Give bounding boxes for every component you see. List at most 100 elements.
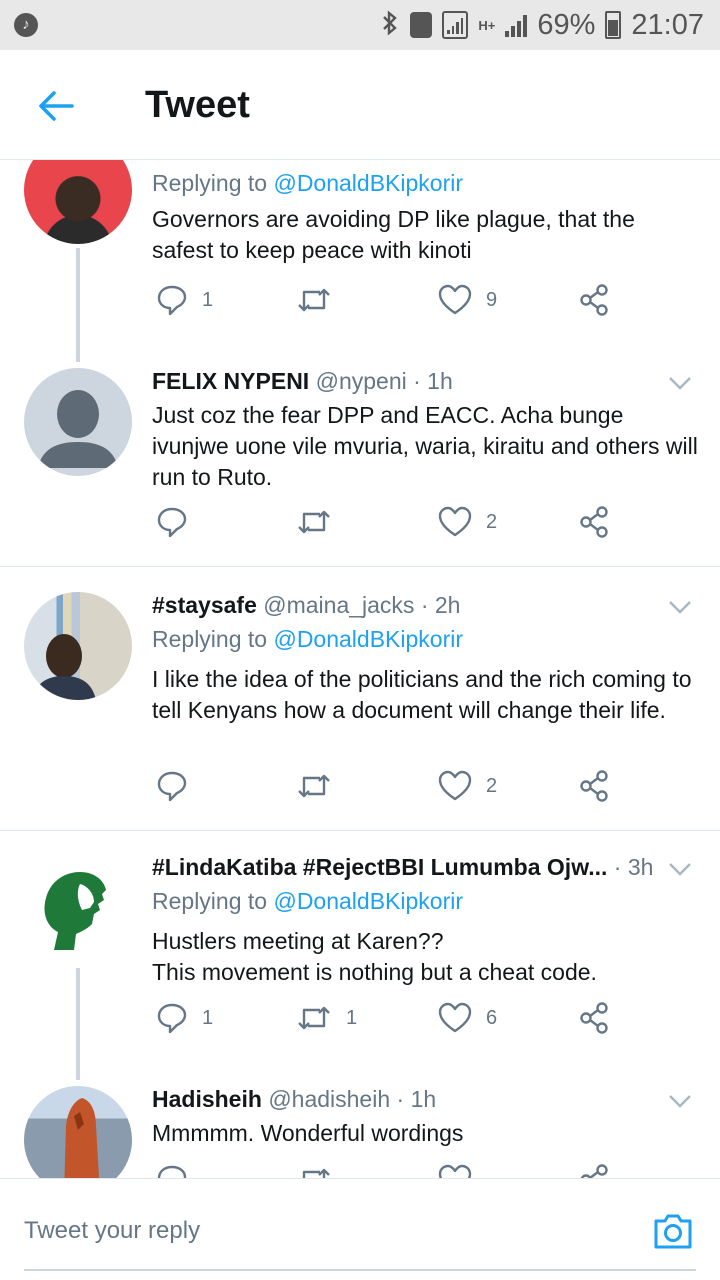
tweet-text: Mmmmm. Wonderful wordings xyxy=(152,1120,464,1146)
avatar[interactable] xyxy=(24,592,132,700)
tweet-actions: 2 xyxy=(152,770,622,810)
like-count: 9 xyxy=(486,288,498,311)
retweet-icon xyxy=(298,1006,330,1030)
user-handle[interactable]: @hadisheih xyxy=(268,1086,390,1112)
tweet-actions: 2 xyxy=(152,506,622,546)
divider xyxy=(0,830,720,831)
reply-icon xyxy=(157,285,187,316)
display-name[interactable]: #LindaKatiba #RejectBBI Lumumba Ojw... xyxy=(152,854,607,880)
tweet-text-line: This movement is nothing but a cheat cod… xyxy=(152,959,597,985)
camera-icon[interactable] xyxy=(652,1211,694,1251)
replying-to: Replying to @DonaldBKipkorir xyxy=(152,888,464,914)
reply-count: 1 xyxy=(202,288,214,311)
reply-icon xyxy=(157,771,187,802)
reply-input[interactable]: Tweet your reply xyxy=(24,1217,200,1245)
tweet-text: Hustlers meeting at Karen?? This movemen… xyxy=(152,926,702,988)
reply-count: 1 xyxy=(202,1006,214,1029)
chevron-down-icon[interactable] xyxy=(668,376,692,390)
chevron-down-icon[interactable] xyxy=(668,862,692,876)
reply-input-underline xyxy=(24,1269,696,1271)
chevron-down-icon[interactable] xyxy=(668,1094,692,1108)
share-icon xyxy=(580,1002,608,1034)
signal-icon xyxy=(505,13,528,37)
retweet-icon xyxy=(302,1168,330,1178)
like-icon xyxy=(438,1002,472,1033)
retweet-button[interactable] xyxy=(296,770,346,802)
replying-to: Replying to @DonaldBKipkorir xyxy=(152,626,464,652)
tweet-header: #staysafe @maina_jacks · 2h xyxy=(152,592,460,619)
page-title: Tweet xyxy=(145,84,250,126)
tweet-item: FELIX NYPENI @nypeni · 1h Just coz the f… xyxy=(0,368,720,566)
retweet-button[interactable]: 1 xyxy=(296,1002,357,1034)
reply-button[interactable] xyxy=(156,1164,188,1178)
like-button[interactable]: 2 xyxy=(438,770,497,802)
share-icon xyxy=(580,1164,608,1178)
reply-icon xyxy=(157,1003,187,1034)
status-icons: H+ 69% 21:07 xyxy=(380,0,704,50)
avatar[interactable] xyxy=(24,160,132,244)
retweet-button[interactable] xyxy=(296,284,346,316)
tweet-timeline[interactable]: Replying to @DonaldBKipkorir Governors a… xyxy=(0,160,720,1178)
tweet-text: I like the idea of the politicians and t… xyxy=(152,666,692,723)
reply-button[interactable]: 1 xyxy=(156,1002,213,1034)
tweet-text-line: Hustlers meeting at Karen?? xyxy=(152,928,444,954)
timestamp: · 2h xyxy=(420,592,461,618)
share-button[interactable] xyxy=(578,506,610,538)
tweet-actions xyxy=(152,1164,622,1178)
music-icon: ♪ xyxy=(14,13,38,37)
share-button[interactable] xyxy=(578,770,610,802)
clock: 21:07 xyxy=(631,8,704,41)
reply-icon xyxy=(157,1165,187,1178)
share-button[interactable] xyxy=(578,1002,610,1034)
user-handle[interactable]: @nypeni xyxy=(316,368,407,394)
reply-button[interactable]: 1 xyxy=(156,284,213,316)
like-button[interactable]: 6 xyxy=(438,1002,497,1034)
battery-percent: 69% xyxy=(537,8,596,41)
display-name[interactable]: FELIX NYPENI xyxy=(152,368,309,394)
avatar[interactable] xyxy=(24,854,132,962)
mention-link[interactable]: @DonaldBKipkorir xyxy=(273,626,463,652)
share-icon xyxy=(580,770,608,802)
like-icon xyxy=(438,770,472,801)
share-button[interactable] xyxy=(578,1164,610,1178)
tweet-header: #LindaKatiba #RejectBBI Lumumba Ojw... ·… xyxy=(152,854,653,881)
tweet-header: Hadisheih @hadisheih · 1h xyxy=(152,1086,436,1113)
display-name[interactable]: Hadisheih xyxy=(152,1086,262,1112)
timestamp: · 1h xyxy=(413,368,453,394)
battery-icon xyxy=(605,11,622,39)
like-button[interactable]: 9 xyxy=(438,284,497,316)
mention-link[interactable]: @DonaldBKipkorir xyxy=(273,170,463,196)
reply-button[interactable] xyxy=(156,506,202,538)
retweet-icon xyxy=(298,510,330,534)
like-icon xyxy=(438,284,472,315)
replying-to: Replying to @DonaldBKipkorir xyxy=(152,170,464,196)
tweet-actions: 1 1 6 xyxy=(152,1002,622,1042)
tweet-item: Hadisheih @hadisheih · 1h Mmmmm. Wonderf… xyxy=(0,1086,720,1178)
like-count: 2 xyxy=(486,774,498,797)
back-arrow-icon[interactable] xyxy=(36,86,76,126)
chevron-down-icon[interactable] xyxy=(668,600,692,614)
reply-composer: Tweet your reply xyxy=(0,1178,720,1280)
like-count: 6 xyxy=(486,1006,498,1029)
share-icon xyxy=(580,284,608,316)
like-count: 2 xyxy=(486,510,498,533)
mention-link[interactable]: @DonaldBKipkorir xyxy=(273,888,463,914)
avatar[interactable] xyxy=(24,368,132,476)
status-bar: ♪ H+ 69% 21:07 xyxy=(0,0,720,50)
retweet-button[interactable] xyxy=(296,1164,332,1178)
avatar[interactable] xyxy=(24,1086,132,1178)
bluetooth-icon xyxy=(380,10,400,40)
retweet-button[interactable] xyxy=(296,506,346,538)
like-button[interactable] xyxy=(438,1164,472,1178)
like-button[interactable]: 2 xyxy=(438,506,497,538)
share-button[interactable] xyxy=(578,284,610,316)
tweet-item: #LindaKatiba #RejectBBI Lumumba Ojw... ·… xyxy=(0,854,720,1080)
display-name[interactable]: #staysafe xyxy=(152,592,257,618)
network-type: H+ xyxy=(478,17,496,33)
reply-icon xyxy=(157,507,187,538)
user-handle[interactable]: @maina_jacks xyxy=(263,592,414,618)
like-icon xyxy=(438,1164,472,1178)
reply-button[interactable] xyxy=(156,770,202,802)
tweet-text: Just coz the fear DPP and EACC. Acha bun… xyxy=(152,402,698,490)
share-icon xyxy=(580,506,608,538)
